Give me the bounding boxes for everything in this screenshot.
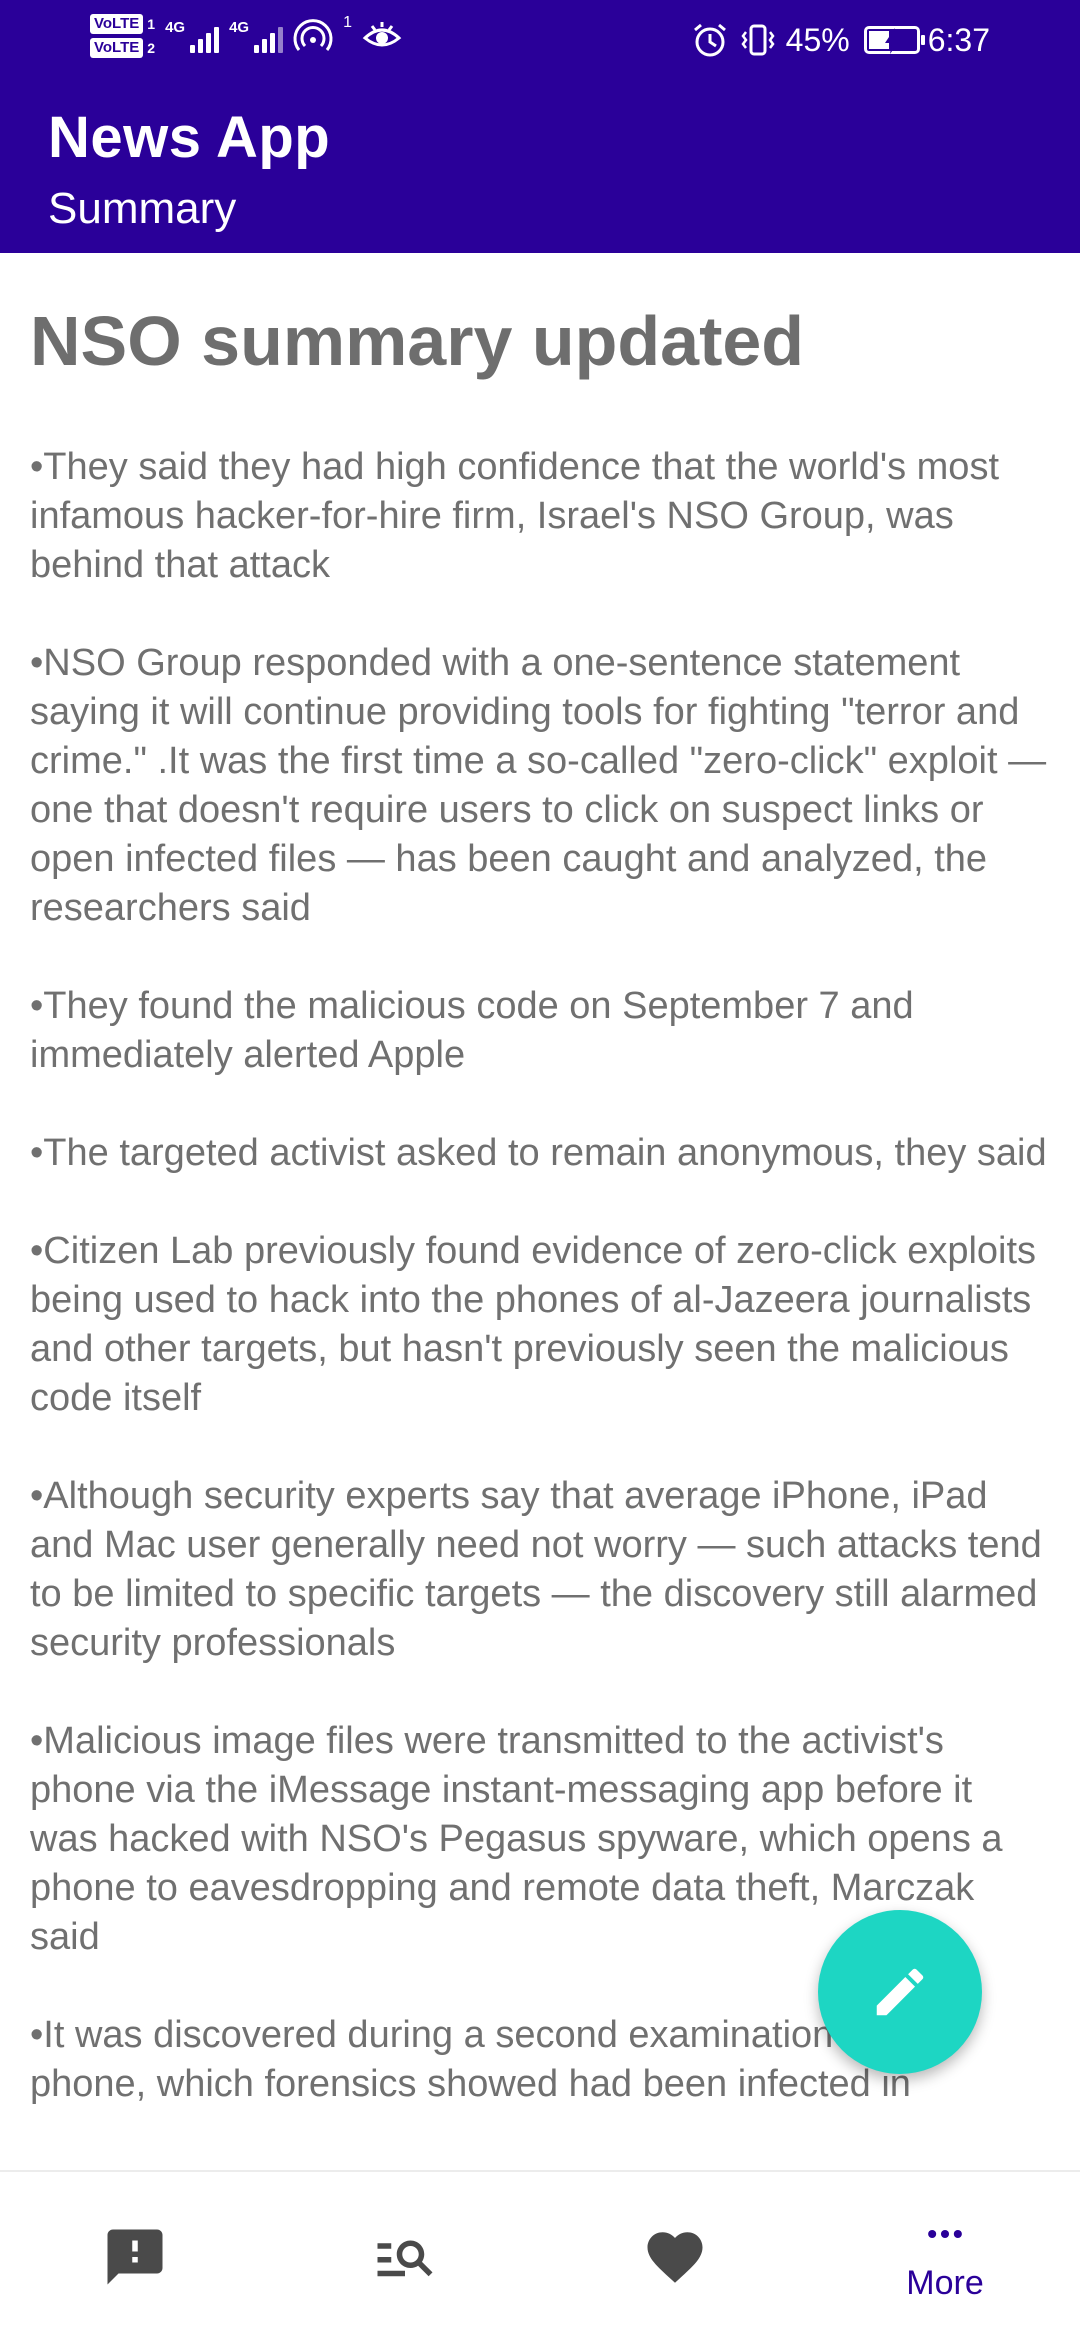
heart-icon	[647, 2232, 703, 2283]
volte-badge-2: VoLTE	[90, 38, 144, 58]
bottom-navigation: More	[0, 2170, 1080, 2340]
summary-bullet: •The targeted activist asked to remain a…	[30, 1132, 1047, 1174]
summary-bullet: •Citizen Lab previously found evidence o…	[30, 1230, 1037, 1419]
summary-bullet: •They said they had high confidence that…	[30, 446, 999, 586]
clock: 6:37	[927, 21, 990, 58]
more-icon	[928, 2229, 962, 2238]
summary-bullets: •They said they had high confidence that…	[30, 443, 1050, 2109]
summary-content[interactable]: NSO summary updated •They said they had …	[0, 253, 1080, 2140]
volte-row-2: VoLTE 2	[90, 38, 155, 58]
signal-1-icon: 4G	[165, 19, 220, 53]
article-headline: NSO summary updated	[30, 302, 805, 380]
app-subtitle: Summary	[48, 184, 237, 233]
battery-percent: 45%	[785, 21, 850, 58]
eye-icon	[362, 22, 402, 47]
vibrate-icon	[741, 24, 775, 56]
sim-1-label: 1	[147, 16, 156, 32]
search-list-icon	[377, 2240, 433, 2277]
network-type-2: 4G	[229, 19, 250, 36]
signal-2-icon: 4G	[229, 19, 284, 53]
edit-fab-button[interactable]	[818, 1910, 982, 2074]
status-right: 45% 6:37	[690, 20, 990, 60]
sim-2-label: 2	[147, 40, 156, 56]
nav-item-search[interactable]	[270, 2172, 540, 2340]
volte-indicators: VoLTE 1 VoLTE 2	[90, 14, 155, 58]
status-left: VoLTE 1 VoLTE 2 4G 4G 1	[90, 14, 402, 58]
network-type-1: 4G	[165, 19, 186, 36]
app-title: News App	[48, 105, 331, 170]
nav-item-favorites[interactable]	[540, 2172, 810, 2340]
pencil-icon	[876, 1968, 924, 2016]
battery-icon	[863, 26, 925, 54]
nav-item-alerts[interactable]	[0, 2172, 270, 2340]
volte-badge-1: VoLTE	[90, 14, 144, 34]
screen: VoLTE 1 VoLTE 2 4G 4G 1 45% 6:37 News Ap…	[0, 0, 1080, 2340]
nav-label-more: More	[906, 2263, 984, 2302]
alarm-icon	[693, 23, 726, 57]
volte-row-1: VoLTE 1	[90, 14, 155, 34]
alert-icon	[107, 2229, 163, 2285]
summary-bullet: •NSO Group responded with a one-sentence…	[30, 642, 1047, 929]
summary-bullet: •They found the malicious code on Septem…	[30, 985, 914, 1076]
hotspot-count: 1	[343, 14, 353, 31]
hotspot-icon	[293, 19, 333, 51]
summary-bullet: •Although security experts say that aver…	[30, 1475, 1042, 1664]
status-bar: VoLTE 1 VoLTE 2 4G 4G 1 45% 6:37	[0, 0, 1080, 86]
top-bar: VoLTE 1 VoLTE 2 4G 4G 1 45% 6:37 News Ap…	[0, 0, 1080, 253]
nav-item-more[interactable]: More	[810, 2172, 1080, 2340]
